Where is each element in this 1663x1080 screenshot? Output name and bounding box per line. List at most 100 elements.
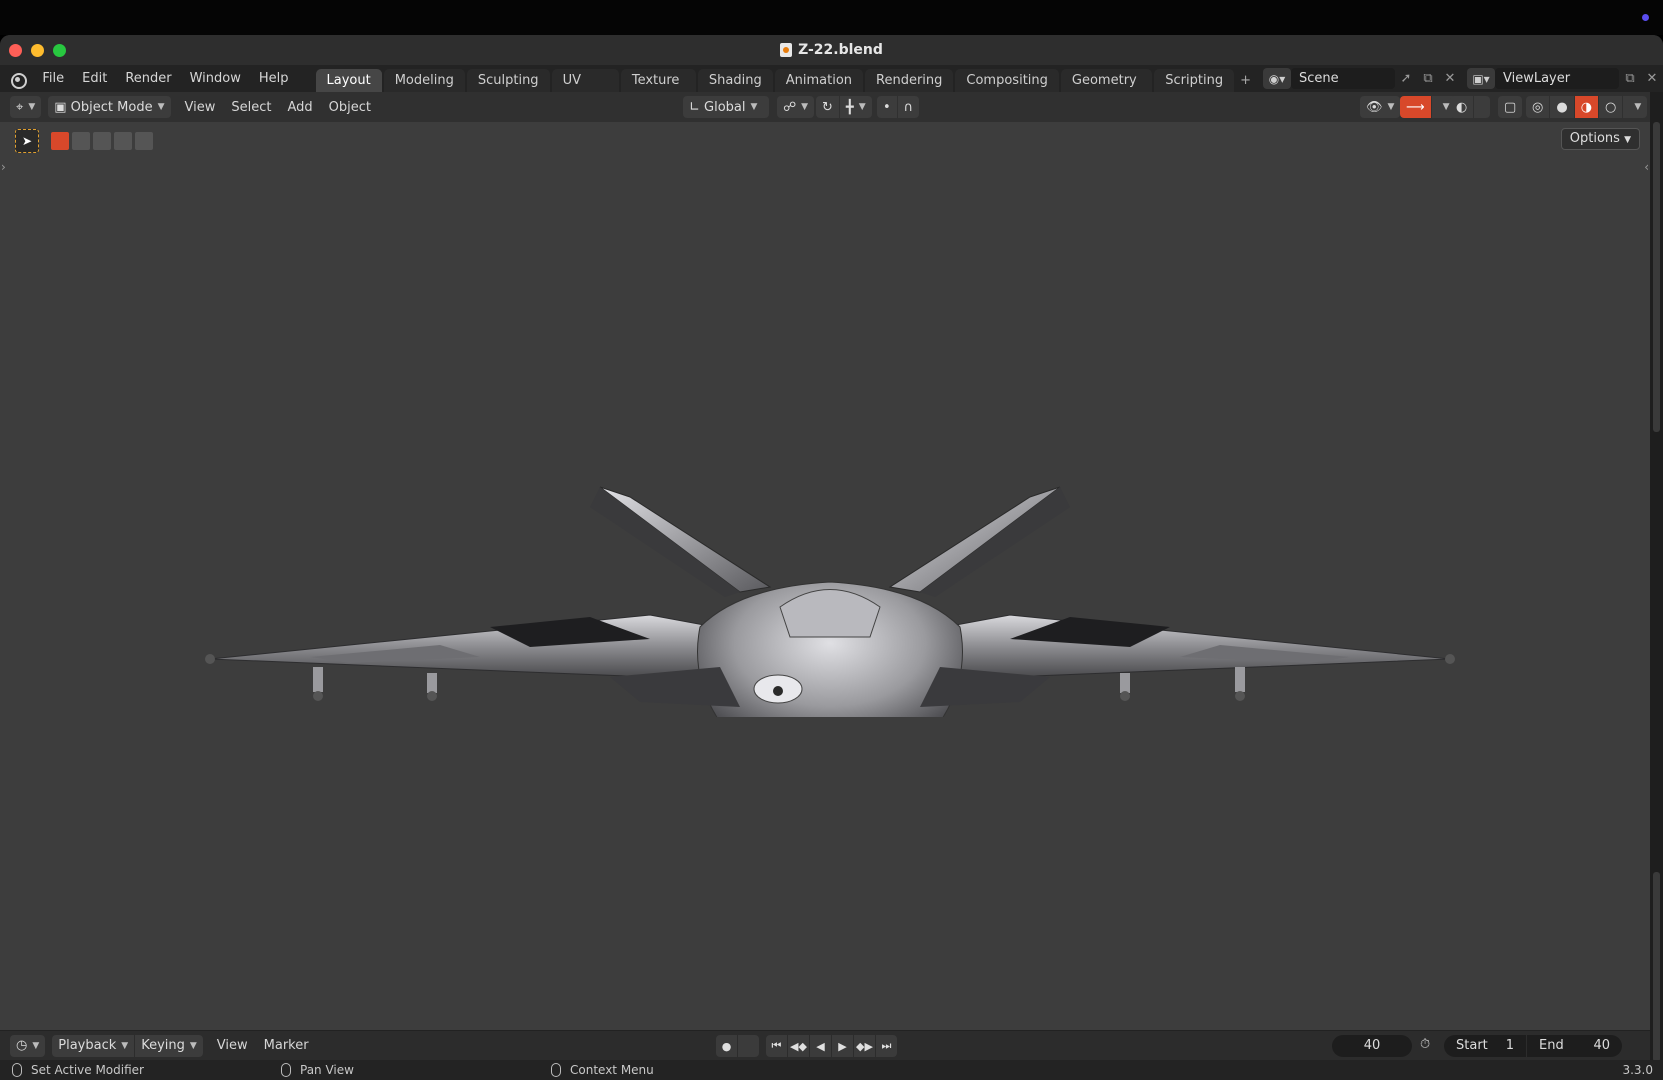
- menu-window[interactable]: Window: [181, 65, 250, 92]
- tab-scripting[interactable]: Scripting: [1154, 69, 1235, 92]
- right-scroll-strip[interactable]: [1650, 92, 1663, 1080]
- overlay-options-button[interactable]: [1474, 96, 1491, 118]
- tab-compositing[interactable]: Compositing: [955, 69, 1059, 92]
- play-icon[interactable]: ▶: [832, 1035, 853, 1057]
- pivot-point-button[interactable]: ☍ ▼: [777, 96, 815, 118]
- timeline-marker-menu[interactable]: Marker: [256, 1038, 317, 1053]
- mouse-right-icon: [551, 1063, 561, 1077]
- end-frame-field[interactable]: End 40: [1527, 1035, 1622, 1057]
- chevron-down-icon: ▼: [28, 102, 36, 112]
- workspace-tabs: Layout Modeling Sculpting UV Editing Tex…: [315, 65, 1255, 111]
- tab-sculpting[interactable]: Sculpting: [466, 69, 550, 92]
- xray-toggle-icon[interactable]: ▢: [1498, 96, 1523, 118]
- menu-render[interactable]: Render: [116, 65, 180, 92]
- aircraft-model[interactable]: [180, 377, 1480, 717]
- tab-modeling[interactable]: Modeling: [383, 69, 465, 92]
- maximize-window-button[interactable]: [53, 44, 66, 57]
- mode-new-selection-icon[interactable]: [51, 132, 69, 150]
- record-icon[interactable]: ●: [716, 1035, 737, 1057]
- jump-start-icon[interactable]: ⏮: [766, 1035, 787, 1057]
- rendered-shading-icon[interactable]: ○: [1599, 96, 1623, 118]
- playback-menu[interactable]: Playback ▼: [52, 1034, 135, 1057]
- start-frame-field[interactable]: Start 1: [1444, 1035, 1526, 1057]
- add-workspace-button[interactable]: +: [1236, 69, 1255, 92]
- timeline-bar: ◷ ▼ Playback ▼ Keying ▼ View Marker ● ⏮ ◀◆ …: [0, 1030, 1650, 1060]
- keying-label: Keying: [141, 1038, 185, 1053]
- menu-file[interactable]: File: [33, 65, 73, 92]
- scrollbar-lower[interactable]: [1653, 872, 1660, 1062]
- snap-target-button[interactable]: ╋ ▼: [839, 96, 872, 118]
- mode-extend-selection-icon[interactable]: [72, 132, 90, 150]
- jump-end-icon[interactable]: ⏭: [876, 1035, 897, 1057]
- gizmo-toggle-icon[interactable]: ⟶: [1400, 96, 1431, 118]
- status-middle: Pan View: [281, 1063, 354, 1077]
- auto-key-options-icon[interactable]: [738, 1035, 759, 1057]
- mode-intersect-selection-icon[interactable]: [135, 132, 153, 150]
- 3d-viewport[interactable]: ➤ Options ▼ › ‹: [0, 122, 1650, 1030]
- toolbar-expand-icon[interactable]: ›: [1, 160, 6, 174]
- start-label: Start: [1456, 1038, 1488, 1053]
- menu-select[interactable]: Select: [223, 100, 279, 115]
- overlays-icon[interactable]: ◐: [1450, 96, 1474, 118]
- editor-type-button[interactable]: ⌖ ▼: [10, 96, 42, 118]
- stopwatch-icon[interactable]: ⏱: [1420, 1037, 1430, 1052]
- mode-selector[interactable]: ▣ Object Mode ▼: [48, 96, 171, 118]
- timeline-view-menu[interactable]: View: [209, 1038, 256, 1053]
- new-view-layer-icon[interactable]: ⧉: [1619, 71, 1641, 86]
- sidebar-expand-icon[interactable]: ‹: [1644, 160, 1649, 174]
- tab-geometry-nodes[interactable]: Geometry Nodes: [1060, 69, 1153, 111]
- delete-scene-icon[interactable]: ✕: [1439, 71, 1461, 86]
- material-preview-shading-icon[interactable]: ◑: [1574, 96, 1599, 118]
- close-window-button[interactable]: [9, 44, 22, 57]
- menu-object[interactable]: Object: [321, 100, 379, 115]
- chevron-down-icon: ▼: [1387, 102, 1395, 112]
- menu-add[interactable]: Add: [279, 100, 320, 115]
- version-label: 3.3.0: [1622, 1063, 1653, 1077]
- menu-help[interactable]: Help: [250, 65, 298, 92]
- chevron-down-icon: ▼: [858, 102, 866, 112]
- top-menu-bar: File Edit Render Window Help Layout Mode…: [0, 65, 1663, 111]
- tab-shading[interactable]: Shading: [697, 69, 773, 92]
- timeline-menu-group: Playback ▼ Keying ▼: [52, 1034, 203, 1057]
- prev-keyframe-icon[interactable]: ◀◆: [788, 1035, 809, 1057]
- next-keyframe-icon[interactable]: ◆▶: [854, 1035, 875, 1057]
- new-scene-icon[interactable]: ⧉: [1417, 71, 1439, 86]
- current-frame-field[interactable]: 40: [1332, 1035, 1412, 1057]
- wireframe-shading-icon[interactable]: ◎: [1526, 96, 1550, 118]
- snap-toggle-icon[interactable]: ↻: [816, 96, 839, 118]
- visibility-button[interactable]: 👁 ▼: [1360, 96, 1401, 118]
- solid-shading-icon[interactable]: ●: [1550, 96, 1574, 118]
- timeline-editor-type-button[interactable]: ◷ ▼: [10, 1034, 46, 1057]
- tab-layout[interactable]: Layout: [315, 69, 382, 92]
- transform-orientation-selector[interactable]: ∟ Global ▼: [683, 96, 769, 118]
- play-reverse-icon[interactable]: ◀: [810, 1035, 831, 1057]
- orientation-label: Global: [704, 99, 746, 115]
- tab-animation[interactable]: Animation: [774, 69, 864, 92]
- falloff-icon[interactable]: ∩: [897, 96, 920, 118]
- minimize-window-button[interactable]: [31, 44, 44, 57]
- end-label: End: [1539, 1038, 1564, 1053]
- scene-browse-button[interactable]: ◉▾: [1263, 68, 1291, 89]
- options-dropdown[interactable]: Options ▼: [1560, 128, 1640, 150]
- keying-menu[interactable]: Keying ▼: [135, 1034, 203, 1057]
- shading-options-button[interactable]: ▼: [1623, 96, 1648, 118]
- view-layer-selector: ▣▾ ViewLayer ⧉ ✕: [1467, 68, 1663, 89]
- overlay-group: ◐: [1450, 96, 1491, 118]
- tab-rendering[interactable]: Rendering: [865, 69, 954, 92]
- tab-uv-editing[interactable]: UV Editing: [551, 69, 619, 111]
- view-layer-browse-button[interactable]: ▣▾: [1467, 68, 1495, 89]
- scene-name-field[interactable]: Scene: [1291, 68, 1395, 89]
- scrollbar-upper[interactable]: [1653, 122, 1660, 432]
- blender-logo-icon[interactable]: [9, 70, 28, 89]
- pin-icon[interactable]: ➚: [1395, 71, 1417, 86]
- proportional-edit-icon[interactable]: •: [877, 96, 897, 118]
- status-dot-icon: [1642, 14, 1649, 21]
- mode-invert-selection-icon[interactable]: [114, 132, 132, 150]
- view-layer-name-field[interactable]: ViewLayer: [1495, 68, 1619, 89]
- tab-texture-paint[interactable]: Texture Paint: [620, 69, 696, 111]
- delete-view-layer-icon[interactable]: ✕: [1641, 71, 1663, 86]
- mode-subtract-selection-icon[interactable]: [93, 132, 111, 150]
- menu-view[interactable]: View: [177, 100, 224, 115]
- menu-edit[interactable]: Edit: [73, 65, 116, 92]
- select-tool-icon[interactable]: ➤: [15, 129, 39, 153]
